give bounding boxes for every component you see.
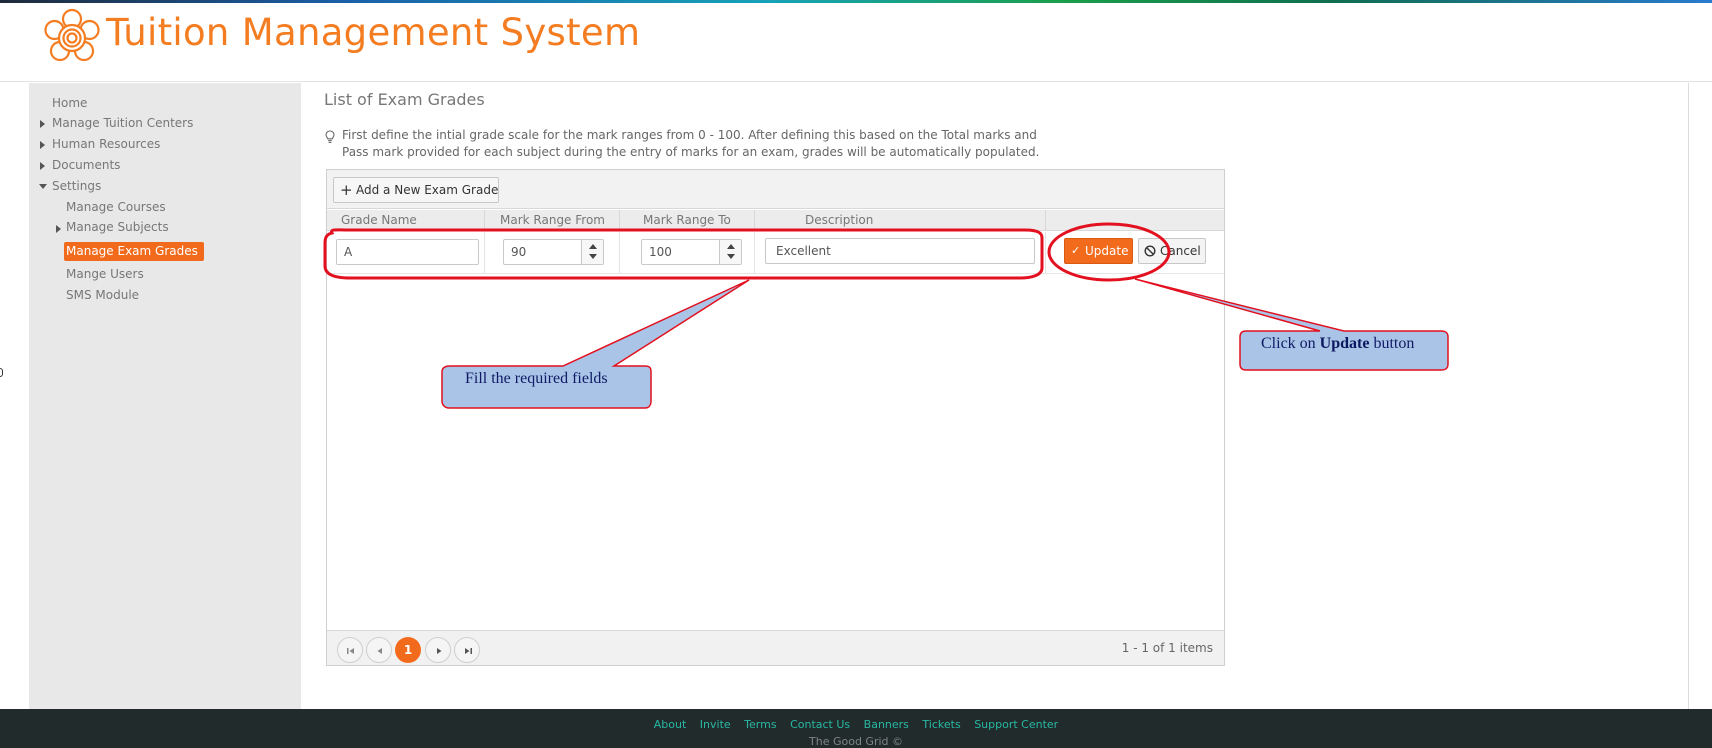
app-header: Tuition Management System (0, 3, 1712, 82)
prev-page-icon (377, 648, 382, 654)
column-divider (1045, 232, 1046, 274)
footer-link-invite[interactable]: Invite (700, 718, 731, 731)
update-button-label: Update (1085, 244, 1129, 258)
cancel-button[interactable]: Cancel (1138, 238, 1206, 264)
footer-copyright: The Good Grid © (809, 735, 903, 748)
column-divider (619, 210, 620, 231)
footer-link-contact-us[interactable]: Contact Us (790, 718, 850, 731)
footer-links: About Invite Terms Contact Us Banners Ti… (0, 718, 1712, 731)
grid-toolbar: + Add a New Exam Grade (327, 170, 1224, 209)
sidebar-item-settings[interactable]: Settings (52, 179, 101, 193)
column-header-description[interactable]: Description (805, 213, 873, 227)
mark-range-to-stepper[interactable] (719, 240, 741, 264)
sidebar-item-documents[interactable]: Documents (52, 158, 120, 172)
mark-range-to-input[interactable]: 100 (641, 239, 742, 265)
sidebar-item-manage-courses[interactable]: Manage Courses (66, 200, 166, 214)
pager-info: 1 - 1 of 1 items (1121, 641, 1213, 655)
add-exam-grade-button[interactable]: + Add a New Exam Grade (333, 177, 499, 203)
column-header-mark-range-from[interactable]: Mark Range From (500, 213, 605, 227)
grade-name-input[interactable]: A (336, 239, 479, 265)
mark-range-from-stepper[interactable] (581, 240, 603, 264)
column-divider (484, 232, 485, 274)
spin-down-icon[interactable] (727, 254, 735, 259)
column-divider (754, 232, 755, 274)
sidebar-item-sms-module[interactable]: SMS Module (66, 288, 139, 302)
spin-up-icon[interactable] (589, 244, 597, 249)
spin-down-icon[interactable] (589, 254, 597, 259)
sidebar-item-home[interactable]: Home (52, 96, 87, 110)
footer-link-about[interactable]: About (654, 718, 687, 731)
column-divider (1045, 210, 1046, 231)
page-title: List of Exam Grades (324, 90, 485, 109)
sidebar-item-mange-users[interactable]: Mange Users (66, 267, 144, 281)
expand-arrow-icon[interactable] (40, 141, 45, 149)
lightbulb-icon (325, 130, 335, 143)
cancel-circle-icon (1144, 245, 1156, 257)
pager-current-page[interactable]: 1 (395, 637, 421, 663)
callout-click-update-text: Click on Update button (1261, 335, 1414, 353)
mark-range-from-input[interactable]: 90 (503, 239, 604, 265)
mark-range-to-value: 100 (649, 245, 672, 259)
first-page-icon (347, 648, 354, 654)
callout-text-bold: Update (1319, 335, 1370, 352)
pager-first-button[interactable] (337, 637, 363, 663)
callout-fill-fields-text: Fill the required fields (465, 370, 608, 387)
callout-text-suffix: button (1373, 335, 1415, 352)
expand-arrow-icon[interactable] (40, 162, 45, 170)
spin-up-icon[interactable] (727, 244, 735, 249)
grid-edit-row: A 90 100 Excellent ✓ Update Cancel (327, 232, 1224, 274)
mark-range-from-value: 90 (511, 245, 527, 259)
footer-link-tickets[interactable]: Tickets (922, 718, 960, 731)
sidebar: Home Manage Tuition Centers Human Resour… (29, 83, 301, 709)
pager-next-button[interactable] (425, 637, 451, 663)
footer-link-support-center[interactable]: Support Center (974, 718, 1058, 731)
collapse-arrow-icon[interactable] (39, 184, 47, 189)
callout-text-prefix: Click on (1261, 335, 1316, 352)
cancel-button-label: Cancel (1160, 244, 1201, 258)
flower-logo-icon (44, 8, 100, 62)
description-input[interactable]: Excellent (765, 238, 1035, 264)
grid-header: Grade Name Mark Range From Mark Range To… (327, 210, 1224, 231)
exam-grades-grid: + Add a New Exam Grade Grade Name Mark R… (326, 169, 1225, 666)
column-header-mark-range-to[interactable]: Mark Range To (643, 213, 731, 227)
sidebar-item-manage-tuition-centers[interactable]: Manage Tuition Centers (52, 116, 193, 130)
footer-link-banners[interactable]: Banners (864, 718, 909, 731)
update-button[interactable]: ✓ Update (1064, 238, 1133, 264)
sidebar-item-manage-exam-grades[interactable]: Manage Exam Grades (64, 242, 204, 261)
column-divider (484, 210, 485, 231)
column-divider (619, 232, 620, 274)
add-exam-grade-label: Add a New Exam Grade (356, 183, 499, 197)
expand-arrow-icon[interactable] (56, 225, 61, 233)
column-header-grade-name[interactable]: Grade Name (341, 213, 417, 227)
footer: About Invite Terms Contact Us Banners Ti… (0, 709, 1712, 748)
hint-text-line-2: Pass mark provided for each subject duri… (342, 145, 1040, 159)
pager-prev-button[interactable] (366, 637, 392, 663)
column-divider (754, 210, 755, 231)
sidebar-item-human-resources[interactable]: Human Resources (52, 137, 160, 151)
expand-arrow-icon[interactable] (40, 120, 45, 128)
sidebar-item-manage-subjects[interactable]: Manage Subjects (66, 220, 169, 234)
last-page-icon (465, 648, 472, 654)
grid-pager: 1 1 - 1 of 1 items (327, 630, 1224, 665)
pager-last-button[interactable] (454, 637, 480, 663)
content-divider (1688, 83, 1689, 709)
edge-mark (0, 368, 3, 377)
footer-link-terms[interactable]: Terms (744, 718, 776, 731)
plus-icon: + (340, 181, 353, 199)
hint-text-line-1: First define the intial grade scale for … (342, 128, 1037, 142)
checkmark-icon: ✓ (1071, 244, 1081, 257)
next-page-icon (437, 648, 442, 654)
app-title: Tuition Management System (106, 11, 641, 54)
